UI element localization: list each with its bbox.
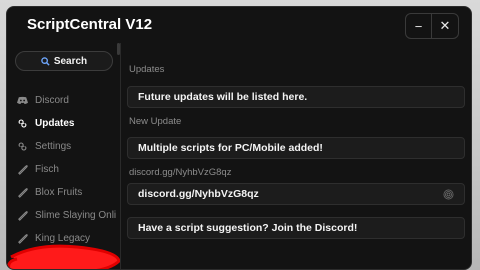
sidebar-item-slime-slaying[interactable]: Slime Slaying Onli <box>7 204 120 227</box>
minimize-icon: − <box>414 18 423 34</box>
section-label-new-update: New Update <box>129 116 182 127</box>
sidebar-scrollbar[interactable] <box>117 43 120 55</box>
sidebar-item-settings[interactable]: Settings <box>7 135 120 158</box>
sidebar-item-blox-fruits[interactable]: Blox Fruits <box>7 181 120 204</box>
script-hub-window: ScriptCentral V12 − ✕ Search Discord Upd… <box>6 6 472 270</box>
search-icon <box>41 56 50 66</box>
discord-link-text: discord.gg/NyhbVzG8qz <box>138 188 259 200</box>
search-label: Search <box>53 55 88 67</box>
sidebar: Search Discord Updates Settings Fisch Bl… <box>7 43 121 269</box>
sidebar-item-label: Discord <box>35 95 69 106</box>
script-icon <box>17 210 28 221</box>
updates-icon <box>17 118 28 129</box>
sidebar-item-label: Settings <box>35 141 72 152</box>
script-icon <box>17 164 28 175</box>
search-button[interactable]: Search <box>15 51 113 71</box>
title-bar[interactable]: ScriptCentral V12 − ✕ <box>7 7 471 43</box>
sidebar-item-label: Blox Fruits <box>35 187 83 198</box>
close-button[interactable]: ✕ <box>432 14 458 38</box>
section-label-discord: discord.gg/NyhbVzG8qz <box>129 167 232 178</box>
suggestion-card[interactable]: Have a script suggestion? Join the Disco… <box>127 217 465 239</box>
sidebar-nav: Discord Updates Settings Fisch Blox Frui… <box>7 89 120 250</box>
redaction-scribble <box>7 244 120 269</box>
window-controls: − ✕ <box>405 13 459 39</box>
sidebar-item-label: Fisch <box>35 164 59 175</box>
sidebar-item-label: Slime Slaying Onli <box>35 210 117 221</box>
updates-panel: Updates Future updates will be listed he… <box>121 43 471 269</box>
sidebar-item-discord[interactable]: Discord <box>7 89 120 112</box>
discord-icon <box>17 95 28 106</box>
close-icon: ✕ <box>439 18 451 33</box>
sidebar-item-label: Updates <box>35 118 75 129</box>
fingerprint-icon <box>443 189 454 200</box>
minimize-button[interactable]: − <box>406 14 433 38</box>
discord-link-card[interactable]: discord.gg/NyhbVzG8qz <box>127 183 465 205</box>
script-icon <box>17 187 28 198</box>
update-card-future[interactable]: Future updates will be listed here. <box>127 86 465 108</box>
window-title: ScriptCentral V12 <box>27 16 153 33</box>
update-card-new[interactable]: Multiple scripts for PC/Mobile added! <box>127 137 465 159</box>
settings-icon <box>17 141 28 152</box>
sidebar-item-fisch[interactable]: Fisch <box>7 158 120 181</box>
section-label-updates: Updates <box>129 64 165 75</box>
sidebar-item-updates[interactable]: Updates <box>7 112 120 135</box>
